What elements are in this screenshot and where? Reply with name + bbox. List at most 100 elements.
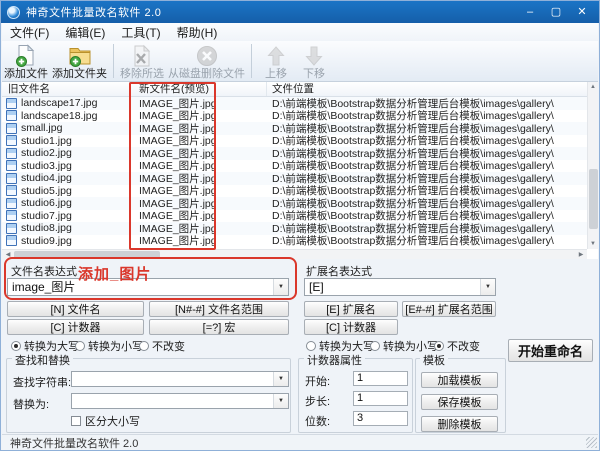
image-file-icon	[6, 148, 17, 159]
insert-extension-button[interactable]: [E] 扩展名	[304, 301, 398, 317]
chevron-down-icon[interactable]: ▼	[273, 394, 288, 408]
menu-bar: 文件(F) 编辑(E) 工具(T) 帮助(H)	[2, 23, 598, 42]
toolbar-label: 从磁盘删除文件	[168, 68, 245, 80]
app-icon	[7, 6, 20, 19]
add-folder-icon	[68, 43, 92, 68]
extension-expression-value: [E]	[305, 279, 480, 295]
filename-lowercase-radio[interactable]: 转换为小写	[75, 338, 143, 354]
checkbox-label: 区分大小写	[85, 413, 140, 429]
case-sensitive-checkbox[interactable]: 区分大小写	[71, 413, 140, 429]
horizontal-scrollbar-thumb[interactable]	[14, 251, 160, 259]
insert-extension-range-button[interactable]: [E#-#] 扩展名范围	[402, 301, 496, 317]
old-file-cell: landscape17.jpg	[2, 97, 130, 109]
old-file-cell: studio2.jpg	[2, 147, 130, 159]
counter-start-input[interactable]: 1	[353, 371, 408, 386]
old-file-cell: studio7.jpg	[2, 210, 130, 222]
table-row[interactable]: studio9.jpg IMAGE_图片.jpg D:\前端模板\Bootstr…	[2, 235, 598, 248]
radio-icon	[306, 341, 316, 351]
template-group-label: 模板	[420, 352, 448, 368]
radio-icon	[139, 341, 149, 351]
menu-file[interactable]: 文件(F)	[2, 23, 57, 42]
image-file-icon	[6, 173, 17, 184]
replace-with-label: 替换为:	[13, 396, 49, 412]
counter-step-input[interactable]: 1	[353, 391, 408, 406]
image-file-icon	[6, 223, 17, 234]
toolbar-label: 上移	[265, 68, 287, 80]
toolbar-add-file[interactable]: 添加文件	[4, 43, 48, 80]
toolbar-remove-selected[interactable]: 移除所选	[120, 43, 164, 80]
col-old-name[interactable]: 旧文件名	[2, 82, 130, 96]
extension-expression-combo[interactable]: [E] ▼	[304, 278, 496, 296]
image-file-icon	[6, 123, 17, 134]
chevron-down-icon[interactable]: ▼	[480, 279, 495, 295]
remove-selected-icon	[130, 43, 154, 68]
toolbar-move-up[interactable]: 上移	[264, 43, 288, 80]
insert-counter-button[interactable]: [C] 计数器	[7, 319, 144, 335]
radio-label: 不改变	[447, 338, 480, 354]
counter-step-label: 步长:	[305, 393, 330, 409]
start-rename-button[interactable]: 开始重命名	[508, 339, 593, 362]
old-file-cell: studio1.jpg	[2, 135, 130, 147]
find-string-label: 查找字符串:	[13, 374, 71, 390]
old-file-name: studio2.jpg	[21, 147, 72, 159]
delete-template-button[interactable]: 删除模板	[421, 416, 498, 432]
old-file-cell: small.jpg	[2, 122, 130, 134]
old-file-name: studio5.jpg	[21, 185, 72, 197]
replace-with-combo[interactable]: ▼	[71, 393, 289, 409]
horizontal-scrollbar[interactable]: ◀ ▶	[2, 249, 587, 259]
load-template-button[interactable]: 加载模板	[421, 372, 498, 388]
old-file-cell: studio6.jpg	[2, 197, 130, 209]
toolbar-move-down[interactable]: 下移	[302, 43, 326, 80]
find-string-value	[72, 372, 273, 386]
image-file-icon	[6, 210, 17, 221]
toolbar-label: 移除所选	[120, 68, 164, 80]
counter-digits-input[interactable]: 3	[353, 411, 408, 426]
close-button[interactable]: ✕	[569, 1, 595, 23]
scroll-up-icon[interactable]: ▲	[588, 82, 598, 92]
filename-expression-combo[interactable]: image_图片 ▼	[7, 278, 289, 296]
menu-help[interactable]: 帮助(H)	[169, 23, 226, 42]
find-string-combo[interactable]: ▼	[71, 371, 289, 387]
col-location[interactable]: 文件位置	[267, 82, 598, 96]
toolbar-add-folder[interactable]: 添加文件夹	[52, 43, 107, 80]
scroll-left-icon[interactable]: ◀	[3, 250, 13, 260]
scroll-right-icon[interactable]: ▶	[576, 250, 586, 260]
toolbar-separator	[113, 44, 114, 78]
insert-macro-button[interactable]: [=?] 宏	[149, 319, 289, 335]
menu-edit[interactable]: 编辑(E)	[57, 23, 113, 42]
old-file-name: studio7.jpg	[21, 210, 72, 222]
delete-from-disk-icon	[195, 43, 219, 68]
status-bar: 神奇文件批量改名软件 2.0	[2, 434, 598, 451]
vertical-scrollbar-thumb[interactable]	[589, 169, 598, 229]
radio-label: 转换为小写	[88, 338, 143, 354]
minimize-button[interactable]: –	[517, 1, 543, 23]
old-file-name: landscape17.jpg	[21, 97, 97, 109]
replace-with-value	[72, 394, 273, 408]
insert-ext-counter-button[interactable]: [C] 计数器	[304, 319, 398, 335]
toolbar-label: 添加文件	[4, 68, 48, 80]
chevron-down-icon[interactable]: ▼	[273, 372, 288, 386]
menu-tools[interactable]: 工具(T)	[113, 23, 168, 42]
app-window: 神奇文件批量改名软件 2.0 – ▢ ✕ 文件(F) 编辑(E) 工具(T) 帮…	[0, 0, 600, 451]
image-file-icon	[6, 110, 17, 121]
new-file-name: IMAGE_图片.jpg	[130, 233, 267, 248]
save-template-button[interactable]: 保存模板	[421, 394, 498, 410]
scroll-down-icon[interactable]: ▼	[588, 239, 598, 249]
radio-icon	[434, 341, 444, 351]
chevron-down-icon[interactable]: ▼	[273, 279, 288, 295]
col-new-name[interactable]: 新文件名(预览)	[130, 82, 267, 96]
title-bar[interactable]: 神奇文件批量改名软件 2.0 – ▢ ✕	[1, 1, 599, 23]
resize-grip[interactable]	[586, 437, 597, 448]
image-file-icon	[6, 160, 17, 171]
insert-filename-range-button[interactable]: [N#-#] 文件名范围	[149, 301, 289, 317]
maximize-button[interactable]: ▢	[543, 1, 569, 23]
old-file-cell: landscape18.jpg	[2, 110, 130, 122]
table-header: 旧文件名 新文件名(预览) 文件位置	[2, 82, 598, 97]
vertical-scrollbar[interactable]: ▲ ▼	[587, 82, 598, 249]
find-replace-group-label: 查找和替换	[12, 352, 73, 368]
insert-filename-button[interactable]: [N] 文件名	[7, 301, 144, 317]
counter-group-label: 计数器属性	[304, 352, 365, 368]
counter-start-label: 开始:	[305, 373, 330, 389]
toolbar-delete-from-disk[interactable]: 从磁盘删除文件	[168, 43, 245, 80]
filename-nochange-radio[interactable]: 不改变	[139, 338, 185, 354]
